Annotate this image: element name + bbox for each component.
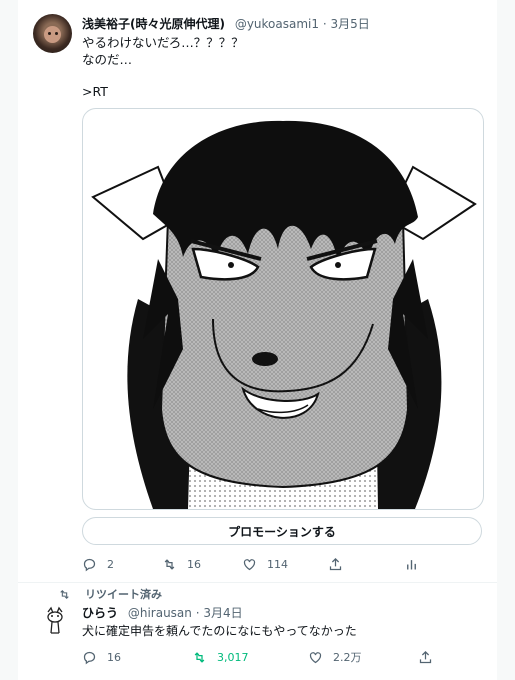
avatar-drawing — [40, 606, 70, 636]
reply-button[interactable]: 2 — [82, 555, 114, 573]
analytics-button[interactable] — [404, 555, 429, 573]
share-icon — [419, 650, 432, 663]
tweet-image[interactable] — [82, 108, 484, 510]
author-handle[interactable]: @yukoasami1 — [235, 17, 319, 31]
avatar-face — [44, 26, 61, 43]
tweet[interactable]: 浅美裕子(時々光原伸代理) @yukoasami1 · 3月5日 やるわけないだ… — [18, 0, 497, 583]
reply-button[interactable]: 16 — [82, 648, 121, 666]
retweet-count: 16 — [187, 557, 201, 571]
tweet-header: 浅美裕子(時々光原伸代理) @yukoasami1 · 3月5日 — [82, 15, 370, 32]
reply-count: 16 — [107, 650, 121, 664]
tweet-text-line: なのだ… — [82, 52, 133, 67]
retweet-icon — [164, 558, 175, 570]
reply-icon — [83, 651, 96, 664]
like-count: 114 — [267, 557, 288, 571]
retweeted-indicator: リツイート済み — [58, 586, 162, 602]
tweet[interactable]: リツイート済み ひらう @hirausan · 3月4日 犬に確定申告を頼んでた… — [18, 582, 497, 680]
heart-icon — [243, 558, 256, 570]
avatar[interactable] — [33, 14, 72, 53]
avatar[interactable] — [40, 606, 70, 636]
tweet-date[interactable]: 3月4日 — [203, 606, 242, 620]
author-name[interactable]: ひらう — [82, 606, 118, 620]
like-button[interactable]: 114 — [242, 555, 288, 573]
retweet-count: 3,017 — [217, 650, 249, 664]
separator: · — [322, 17, 327, 31]
analytics-icon — [407, 559, 416, 569]
promote-button[interactable]: プロモーションする — [82, 517, 482, 545]
retweet-icon — [194, 651, 205, 663]
timeline: 浅美裕子(時々光原伸代理) @yukoasami1 · 3月5日 やるわけないだ… — [18, 0, 497, 680]
share-button[interactable] — [418, 648, 443, 666]
tweet-actions: 16 3,017 2.2万 — [82, 648, 482, 666]
author-name[interactable]: 浅美裕子(時々光原伸代理) — [82, 17, 225, 31]
tweet-header: ひらう @hirausan · 3月4日 — [82, 604, 243, 621]
retweet-icon — [60, 589, 69, 599]
author-handle[interactable]: @hirausan — [128, 606, 192, 620]
reply-count: 2 — [107, 557, 114, 571]
retweeted-label: リツイート済み — [85, 588, 162, 601]
reply-icon — [83, 558, 96, 571]
avatar-eye — [48, 32, 51, 35]
tweet-text-line: >RT — [82, 84, 108, 99]
tweet-actions: 2 16 114 — [82, 555, 482, 573]
like-count: 2.2万 — [333, 651, 362, 664]
like-button[interactable]: 2.2万 — [308, 648, 362, 666]
tweet-text-line: やるわけないだろ…？？？？ — [82, 35, 244, 50]
retweet-button[interactable]: 3,017 — [192, 648, 249, 666]
tweet-date[interactable]: 3月5日 — [330, 17, 369, 31]
retweet-button[interactable]: 16 — [162, 555, 201, 573]
avatar-eye — [55, 32, 58, 35]
heart-icon — [309, 651, 322, 663]
share-icon — [329, 557, 342, 570]
dog-illustration — [91, 120, 477, 509]
tweet-text: 犬に確定申告を頼んでたのになにもやってなかった — [82, 624, 357, 638]
share-button[interactable] — [328, 555, 353, 573]
separator: · — [195, 606, 200, 620]
